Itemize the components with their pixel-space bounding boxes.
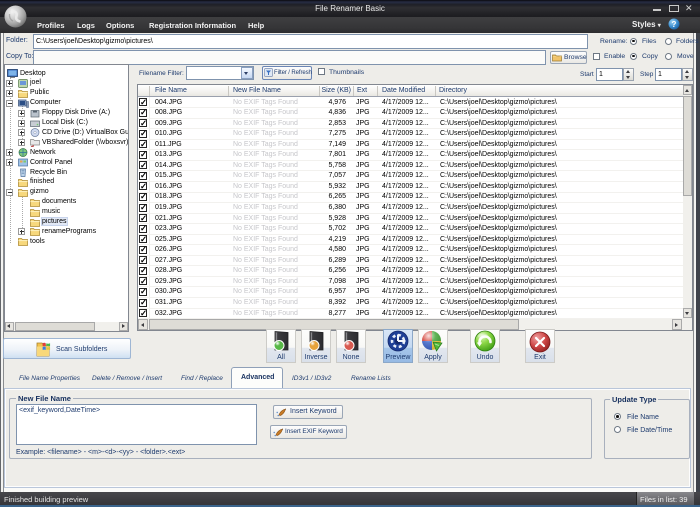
svg-text:?: ? <box>672 20 677 29</box>
